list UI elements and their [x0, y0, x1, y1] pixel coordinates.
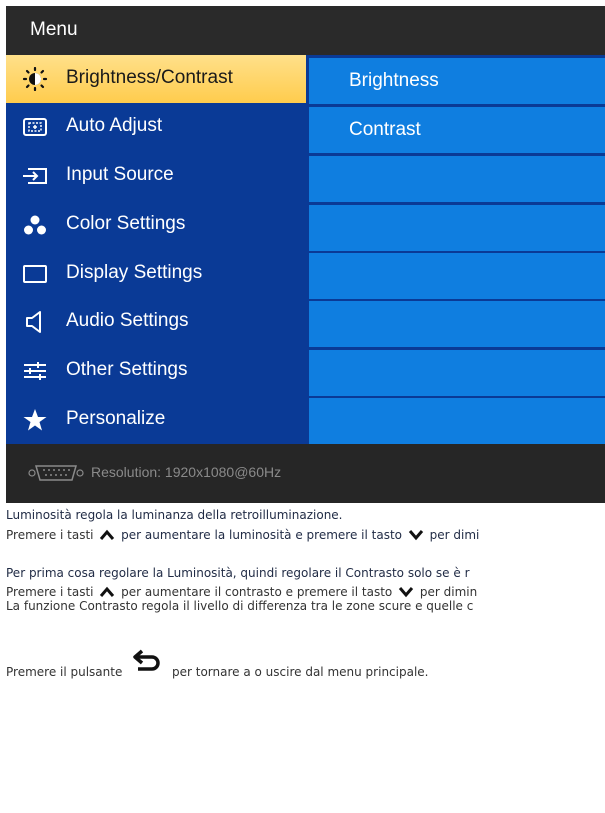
submenu-item-empty	[309, 205, 605, 251]
submenu: Brightness Contrast	[306, 55, 605, 444]
menu-item-auto-adjust[interactable]: Auto Adjust	[6, 103, 306, 151]
text: Premere il pulsante	[6, 665, 123, 679]
paragraph-contrast-desc: La funzione Contrasto regola il livello …	[6, 599, 473, 613]
text: Luminosità regola la luminanza della ret…	[6, 508, 343, 522]
text: per aumentare la luminosità e premere il…	[121, 528, 402, 542]
star-icon	[22, 408, 48, 432]
resolution-label: Resolution: 1920x1080@60Hz	[91, 464, 282, 480]
osd-menu: Menu Brightness/Contrast Auto Adjust Inp…	[6, 6, 605, 503]
osd-footer: Resolution: 1920x1080@60Hz	[6, 444, 605, 503]
submenu-item-empty	[309, 398, 605, 444]
text: Premere i tasti	[6, 528, 94, 542]
text: per dimi	[429, 528, 480, 542]
text: per tornare a o uscire dal menu principa…	[172, 665, 429, 679]
speaker-icon	[22, 310, 48, 334]
submenu-item-contrast[interactable]: Contrast	[309, 107, 605, 153]
text: per aumentare il contrasto e premere il …	[121, 585, 393, 599]
menu-item-personalize[interactable]: Personalize	[6, 396, 306, 444]
input-source-icon	[22, 164, 48, 188]
submenu-item-empty	[309, 301, 605, 347]
menu-item-color-settings[interactable]: Color Settings	[6, 201, 306, 249]
menu-item-audio-settings[interactable]: Audio Settings	[6, 298, 306, 346]
auto-adjust-icon	[22, 115, 48, 139]
paragraph-brightness-keys: Premere i tasti per aumentare la luminos…	[6, 528, 479, 544]
osd-header: Menu	[6, 6, 605, 55]
menu-label: Auto Adjust	[66, 115, 163, 136]
main-menu: Brightness/Contrast Auto Adjust Input So…	[6, 55, 306, 444]
menu-label: Display Settings	[66, 262, 203, 283]
chevron-up-icon	[99, 529, 115, 544]
menu-label: Brightness/Contrast	[66, 67, 233, 88]
menu-label: Color Settings	[66, 213, 186, 234]
brightness-icon	[22, 67, 48, 91]
paragraph-brightness-desc: Luminosità regola la luminanza della ret…	[6, 508, 343, 522]
submenu-label: Brightness	[349, 70, 439, 91]
menu-label: Audio Settings	[66, 310, 189, 331]
menu-item-display-settings[interactable]: Display Settings	[6, 250, 306, 298]
menu-item-brightness-contrast[interactable]: Brightness/Contrast	[6, 55, 306, 103]
menu-label: Input Source	[66, 164, 174, 185]
menu-label: Personalize	[66, 408, 166, 429]
vga-connector-icon	[28, 464, 84, 486]
sliders-icon	[22, 359, 48, 383]
text: La funzione Contrasto regola il livello …	[6, 599, 474, 613]
paragraph-contrast-intro: Per prima cosa regolare la Luminosità, q…	[6, 566, 470, 580]
menu-item-other-settings[interactable]: Other Settings	[6, 347, 306, 395]
submenu-item-empty	[309, 253, 605, 299]
menu-label: Other Settings	[66, 359, 188, 380]
paragraph-back: Premere il pulsante per tornare a o usci…	[6, 648, 428, 679]
submenu-label: Contrast	[349, 119, 421, 140]
chevron-down-icon	[408, 529, 424, 544]
color-settings-icon	[22, 213, 48, 237]
text: Premere i tasti	[6, 585, 94, 599]
osd-title: Menu	[30, 19, 78, 40]
submenu-item-empty	[309, 350, 605, 396]
text: per dimin	[419, 585, 478, 599]
display-settings-icon	[22, 262, 48, 286]
back-arrow-icon	[132, 648, 162, 675]
submenu-item-brightness[interactable]: Brightness	[309, 58, 605, 104]
text: Per prima cosa regolare la Luminosità, q…	[6, 566, 470, 580]
menu-item-input-source[interactable]: Input Source	[6, 152, 306, 200]
submenu-item-empty	[309, 156, 605, 202]
